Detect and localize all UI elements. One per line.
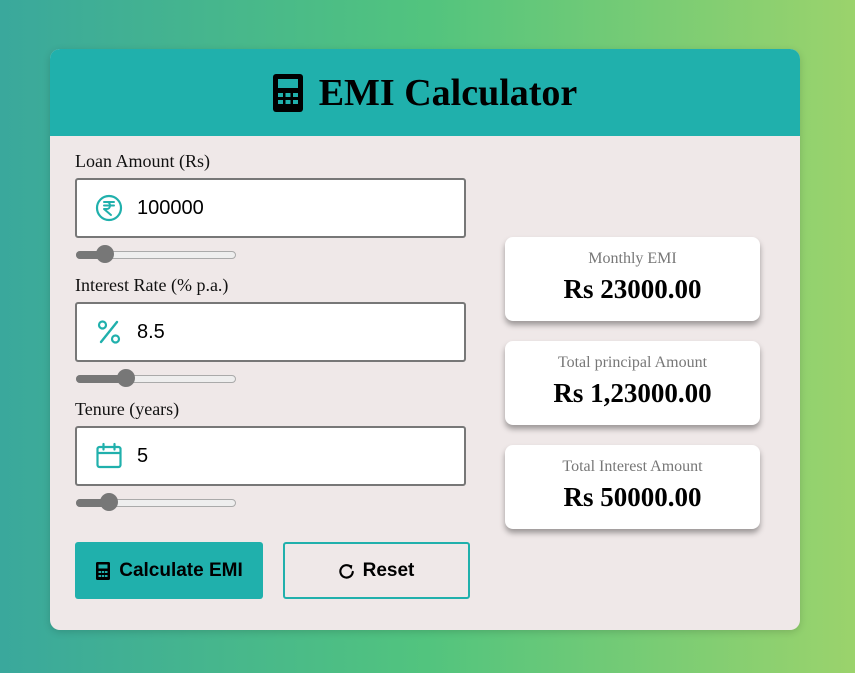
reset-label: Reset (362, 559, 415, 581)
emi-calculator-card: EMI Calculator Loan Amount (Rs) Interest… (50, 49, 800, 630)
tenure-input[interactable] (135, 443, 439, 469)
total-interest-card: Total Interest Amount Rs 50000.00 (505, 445, 760, 529)
interest-rate-slider[interactable] (76, 369, 236, 387)
total-principal-card: Total principal Amount Rs 1,23000.00 (505, 341, 760, 425)
header: EMI Calculator (50, 49, 800, 136)
input-panel: Loan Amount (Rs) Interest Rate (% p.a.) (75, 149, 470, 511)
loan-amount-group: Loan Amount (Rs) (75, 149, 470, 263)
total-interest-label: Total Interest Amount (562, 458, 703, 475)
loan-amount-slider[interactable] (76, 245, 236, 263)
tenure-group: Tenure (years) (75, 397, 470, 511)
calculator-icon (272, 73, 303, 112)
calculate-emi-button[interactable]: Calculate EMI (75, 542, 263, 599)
interest-rate-box (75, 302, 466, 362)
total-interest-value: Rs 50000.00 (563, 482, 702, 512)
results-panel: Monthly EMI Rs 23000.00 Total principal … (505, 237, 760, 529)
total-principal-label: Total principal Amount (557, 354, 708, 371)
calculator-icon (96, 561, 111, 580)
slider-thumb[interactable] (95, 245, 114, 263)
tenure-label: Tenure (years) (75, 399, 180, 419)
monthly-emi-label: Monthly EMI (588, 250, 677, 267)
tenure-box (75, 426, 466, 486)
monthly-emi-card: Monthly EMI Rs 23000.00 (505, 237, 760, 321)
loan-amount-input[interactable] (135, 195, 439, 221)
interest-rate-input[interactable] (135, 319, 439, 345)
total-principal-value: Rs 1,23000.00 (553, 378, 712, 408)
slider-thumb[interactable] (100, 493, 119, 511)
page-title: EMI Calculator (318, 71, 578, 114)
rupee-icon (95, 194, 123, 222)
refresh-icon (338, 563, 354, 579)
loan-amount-label: Loan Amount (Rs) (75, 151, 210, 171)
button-row: Calculate EMI Reset (75, 542, 470, 599)
reset-button[interactable]: Reset (283, 542, 470, 599)
loan-amount-box (75, 178, 466, 238)
interest-rate-group: Interest Rate (% p.a.) (75, 273, 470, 387)
percent-icon (97, 320, 121, 344)
tenure-slider[interactable] (76, 493, 236, 511)
interest-rate-label: Interest Rate (% p.a.) (75, 275, 229, 295)
calendar-icon (96, 442, 122, 469)
calculate-emi-label: Calculate EMI (119, 559, 243, 581)
slider-thumb[interactable] (117, 369, 136, 387)
monthly-emi-value: Rs 23000.00 (563, 274, 702, 304)
